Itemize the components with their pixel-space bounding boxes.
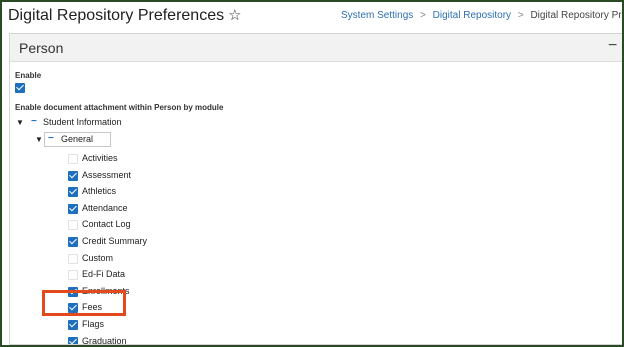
panel-title: Person	[19, 40, 64, 56]
module-label: Ed-Fi Data	[82, 269, 126, 279]
collapse-icon[interactable]: −	[608, 37, 617, 55]
module-checkbox[interactable]	[68, 220, 78, 230]
module-checkbox[interactable]	[68, 187, 78, 197]
breadcrumb-current: Digital Repository Preference	[530, 10, 622, 21]
module-checkbox[interactable]	[68, 154, 78, 164]
panel-header: Person −	[10, 34, 622, 62]
tree-node-general[interactable]: General	[61, 134, 93, 144]
module-checkbox[interactable]	[68, 337, 78, 344]
page-title-text: Digital Repository Preferences	[8, 7, 225, 24]
chevron-right-icon: >	[420, 10, 426, 21]
collapse-student-information-icon[interactable]: −	[31, 116, 37, 127]
collapse-general-icon[interactable]: −	[48, 133, 54, 144]
enable-checkbox[interactable]	[15, 83, 25, 93]
tree-node-student-information[interactable]: Student Information	[43, 117, 122, 127]
module-checkbox[interactable]	[68, 270, 78, 280]
page-header: Digital Repository Preferences ☆ System S…	[2, 2, 622, 32]
module-label: Activities	[82, 153, 118, 163]
breadcrumb-system-settings[interactable]: System Settings	[341, 10, 413, 21]
module-label: Flags	[82, 319, 105, 329]
module-label: Athletics	[82, 186, 117, 196]
module-checkbox[interactable]	[68, 320, 78, 330]
module-label: Attendance	[82, 203, 128, 213]
module-checkbox[interactable]	[68, 237, 78, 247]
module-checkbox[interactable]	[68, 204, 78, 214]
module-label: Graduation	[82, 336, 127, 345]
star-outline-icon[interactable]: ☆	[228, 7, 241, 24]
module-heading: Enable document attachment within Person…	[15, 103, 224, 112]
enable-label: Enable	[15, 71, 42, 80]
caret-down-icon[interactable]: ▼	[35, 135, 43, 144]
module-checkbox[interactable]	[68, 254, 78, 264]
page-title: Digital Repository Preferences ☆	[8, 6, 242, 25]
breadcrumb: System Settings > Digital Repository > D…	[341, 10, 622, 21]
module-label: Contact Log	[82, 219, 131, 229]
app-frame: Digital Repository Preferences ☆ System S…	[2, 2, 622, 345]
module-label: Assessment	[82, 170, 132, 180]
chevron-right-icon: >	[517, 10, 524, 21]
fees-highlight-box	[42, 290, 126, 316]
module-label: Custom	[82, 253, 114, 263]
module-label: Credit Summary	[82, 236, 148, 246]
person-panel: Person − Enable Enable document attachme…	[9, 33, 622, 345]
module-checkbox[interactable]	[68, 171, 78, 181]
caret-down-icon[interactable]: ▼	[16, 118, 24, 127]
breadcrumb-digital-repository[interactable]: Digital Repository	[433, 10, 511, 21]
